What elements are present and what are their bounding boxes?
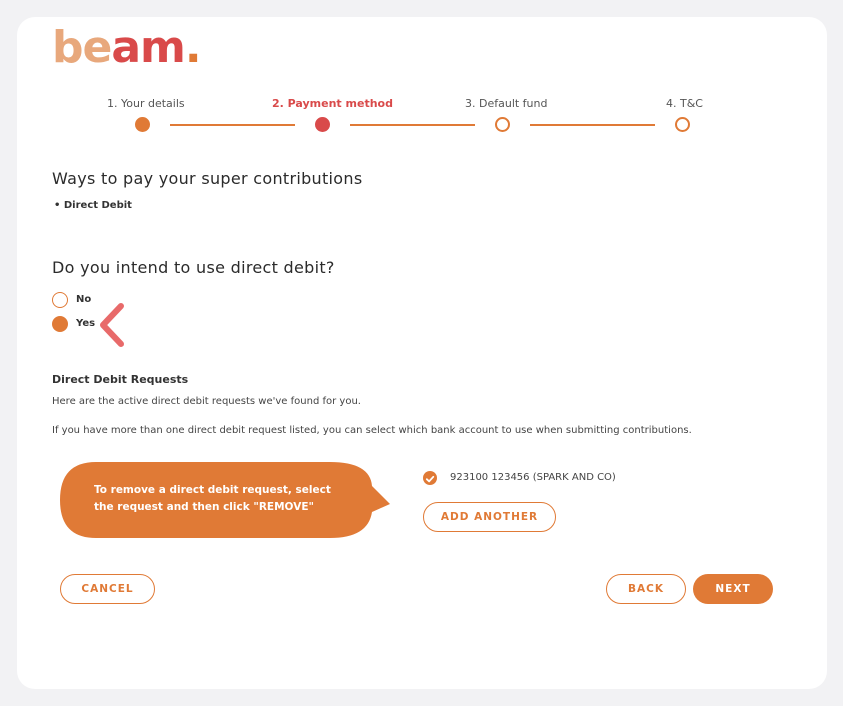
radio-yes-label[interactable]: Yes	[76, 318, 95, 329]
account-checkbox[interactable]	[423, 471, 437, 485]
step-connector	[170, 124, 295, 126]
remove-hint-text: To remove a direct debit request, select…	[94, 484, 331, 513]
direct-debit-question-heading: Do you intend to use direct debit?	[52, 258, 335, 277]
payment-way-item: • Direct Debit	[54, 200, 132, 211]
back-button[interactable]: BACK	[606, 574, 686, 604]
radio-no[interactable]	[52, 292, 68, 308]
checkmark-icon	[425, 475, 435, 483]
payment-ways-heading: Ways to pay your super contributions	[52, 169, 363, 188]
dd-requests-desc: Here are the active direct debit request…	[52, 396, 361, 407]
cancel-button[interactable]: CANCEL	[60, 574, 155, 604]
step-indicator-2	[315, 117, 330, 132]
radio-yes[interactable]	[52, 316, 68, 332]
account-label[interactable]: 923100 123456 (SPARK AND CO)	[450, 472, 616, 483]
step-indicator-3	[495, 117, 510, 132]
step-indicator-1	[135, 117, 150, 132]
chevron-left-annotation-icon	[100, 303, 124, 347]
dd-requests-desc-2: If you have more than one direct debit r…	[52, 425, 692, 436]
add-another-button[interactable]: ADD ANOTHER	[423, 502, 556, 532]
step-label-your-details: 1. Your details	[107, 97, 185, 110]
step-label-tc: 4. T&C	[666, 97, 703, 110]
radio-no-label[interactable]: No	[76, 294, 91, 305]
next-button[interactable]: NEXT	[693, 574, 773, 604]
step-indicator-4	[675, 117, 690, 132]
step-label-default-fund: 3. Default fund	[465, 97, 548, 110]
step-label-payment-method: 2. Payment method	[272, 97, 393, 110]
step-connector	[530, 124, 655, 126]
dd-requests-title: Direct Debit Requests	[52, 373, 189, 386]
beam-logo: beam.	[52, 22, 202, 73]
step-connector	[350, 124, 475, 126]
